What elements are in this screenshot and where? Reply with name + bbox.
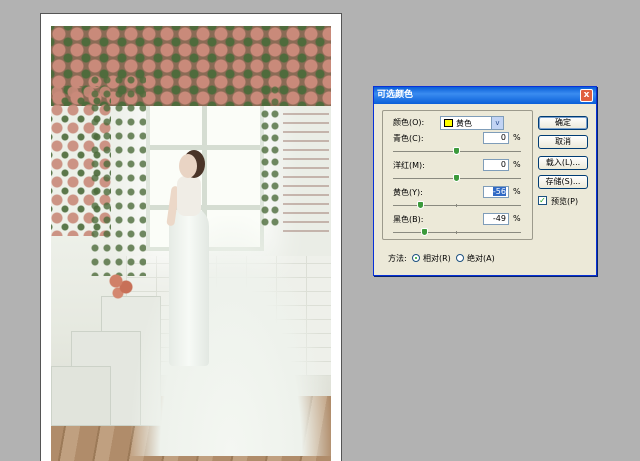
dialog-titlebar[interactable]: 可选颜色 x (374, 87, 596, 104)
yellow-percent: % (513, 187, 521, 196)
adjustment-group: 颜色(O): 黄色 v 青色(C): 0 % 洋红(M): 0 % 黄色(Y):… (382, 110, 533, 240)
close-icon: x (583, 90, 590, 100)
method-absolute-label[interactable]: 绝对(A) (467, 253, 495, 264)
bride-head (179, 154, 197, 178)
yellow-slider-thumb[interactable] (416, 201, 424, 209)
cyan-label: 青色(C): (393, 134, 424, 143)
close-button[interactable]: x (580, 89, 593, 102)
yellow-label: 黄色(Y): (393, 188, 423, 197)
black-input[interactable]: -49 (483, 213, 509, 225)
yellow-slider-track[interactable] (393, 201, 521, 209)
magenta-label: 洋红(M): (393, 161, 425, 170)
method-label: 方法: (388, 254, 407, 263)
wedding-photo[interactable] (51, 26, 331, 461)
yellow-input[interactable]: -56 (483, 186, 509, 198)
cyan-slider-track[interactable] (393, 147, 521, 155)
ok-button[interactable]: 确定 (538, 116, 588, 130)
cancel-button[interactable]: 取消 (538, 135, 588, 149)
method-relative-label[interactable]: 相对(R) (423, 253, 451, 264)
black-percent: % (513, 214, 521, 223)
black-label: 黑色(B): (393, 215, 424, 224)
black-slider-thumb[interactable] (421, 228, 429, 236)
colors-label: 颜色(O): (393, 118, 425, 127)
colors-dropdown-value: 黄色 (456, 119, 472, 128)
yellow-swatch-icon (444, 119, 453, 127)
ivy-vine-right (261, 86, 281, 226)
checkmark-icon: ✓ (539, 196, 546, 205)
magenta-slider-thumb[interactable] (452, 174, 460, 182)
preview-label[interactable]: 预览(P) (551, 196, 578, 207)
colors-dropdown[interactable]: 黄色 v (440, 116, 504, 130)
magenta-percent: % (513, 160, 521, 169)
bride-torso (177, 176, 201, 216)
method-absolute-radio[interactable] (456, 254, 464, 262)
dress (169, 206, 209, 366)
load-button[interactable]: 载入(L)... (538, 156, 588, 170)
chevron-down-icon[interactable]: v (491, 117, 503, 129)
magenta-slider-track[interactable] (393, 174, 521, 182)
selective-color-dialog: 可选颜色 x 颜色(O): 黄色 v 青色(C): 0 % 洋红(M): 0 % (373, 86, 597, 276)
magenta-input[interactable]: 0 (483, 159, 509, 171)
cyan-input[interactable]: 0 (483, 132, 509, 144)
cyan-slider-thumb[interactable] (452, 147, 460, 155)
dialog-title: 可选颜色 (377, 90, 414, 100)
save-button[interactable]: 存储(S)... (538, 175, 588, 189)
dress-train (131, 216, 331, 456)
document-canvas[interactable] (40, 13, 342, 461)
cyan-percent: % (513, 133, 521, 142)
preview-checkbox[interactable]: ✓ (538, 196, 547, 205)
method-relative-radio[interactable] (412, 254, 420, 262)
black-slider-track[interactable] (393, 228, 521, 236)
